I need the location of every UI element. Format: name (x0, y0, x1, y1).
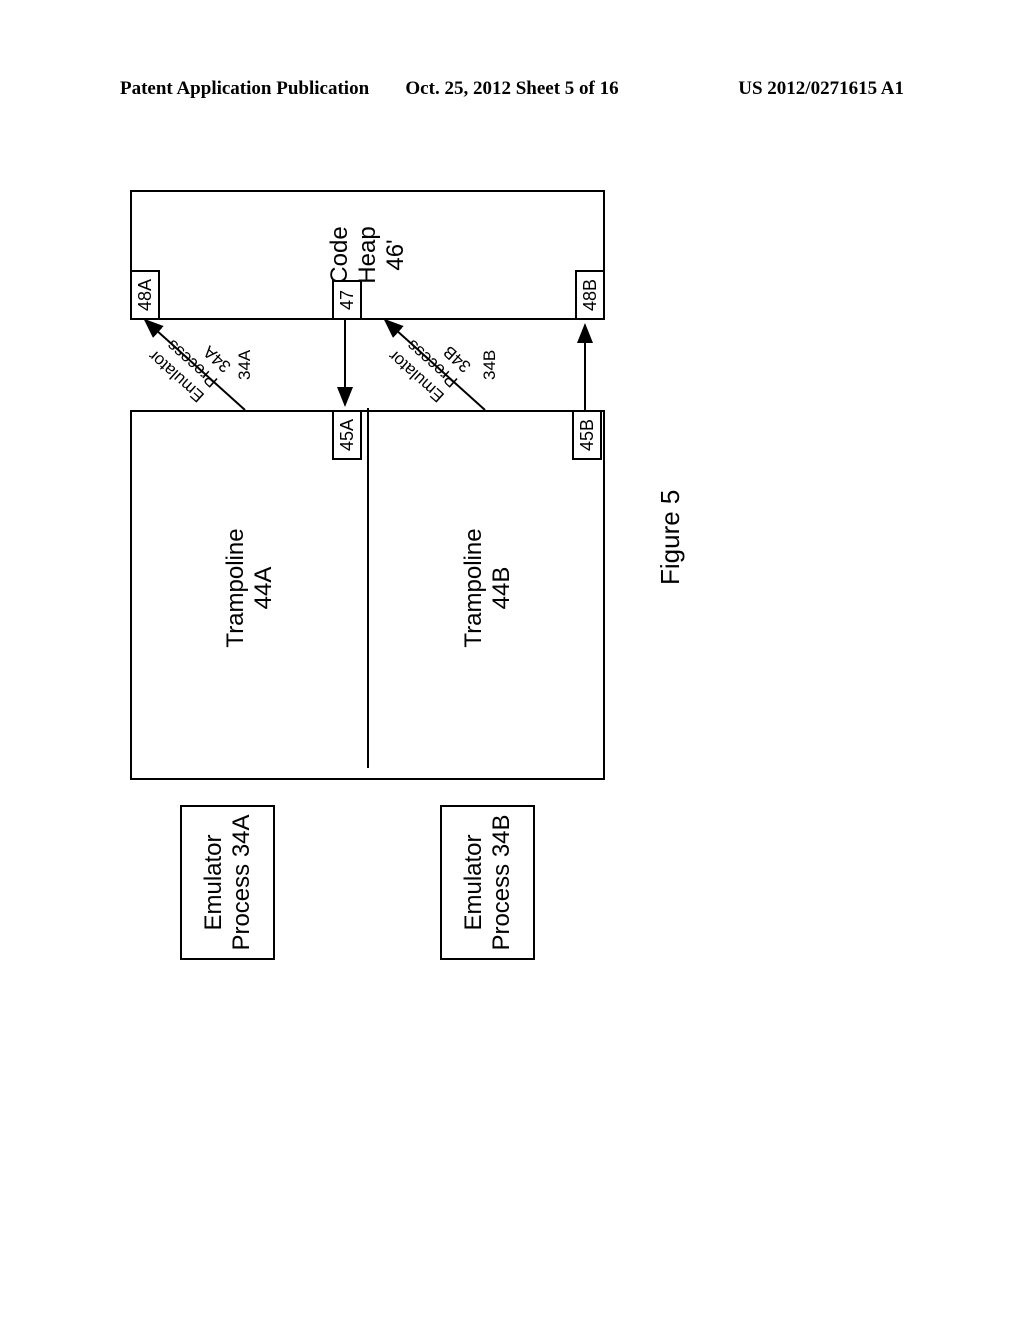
emulator-a-line2: Process 34A (228, 814, 256, 950)
emulator-a-line1: Emulator (200, 814, 228, 950)
code-heap-line2: Heap (354, 226, 382, 283)
code-heap-line1: Code (326, 226, 354, 283)
port-48a: 48A (130, 270, 160, 320)
emulator-process-a-box: Emulator Process 34A (180, 805, 275, 960)
trampoline-container: Trampoline 44A Trampoline 44B 45A 45B (130, 410, 605, 780)
header-right: US 2012/0271615 A1 (738, 78, 904, 100)
emulator-process-b-box: Emulator Process 34B (440, 805, 535, 960)
emulator-b-line1: Emulator (460, 814, 488, 950)
header-left: Patent Application Publication (120, 78, 369, 100)
page-header: Patent Application Publication Oct. 25, … (0, 78, 1024, 100)
diagram: Emulator Process 34A Emulator Process 34… (30, 300, 780, 890)
trampoline-a: Trampoline 44A (132, 408, 369, 768)
port-45a: 45A (332, 410, 362, 460)
header-center: Oct. 25, 2012 Sheet 5 of 16 (405, 78, 618, 100)
port-47: 47 (332, 280, 362, 320)
emulator-b-line2: Process 34B (488, 814, 516, 950)
code-heap-box: Code Heap 46' 48A 47 48B (130, 190, 605, 320)
arrow-label-34b: 34B (480, 350, 500, 380)
trampoline-b-line2: 44B (488, 567, 516, 610)
trampoline-b: Trampoline 44B (369, 408, 606, 768)
arrow-label-34a-diag: Emulator Process 34A (145, 316, 236, 406)
figure-caption: Figure 5 (655, 490, 686, 585)
port-48b: 48B (575, 270, 605, 320)
code-heap-line3: 46' (382, 239, 410, 270)
arrow-label-34b-diag: Emulator Process 34B (385, 316, 476, 406)
arrow-label-34a: 34A (235, 350, 255, 380)
trampoline-a-line1: Trampoline (222, 528, 250, 647)
trampoline-b-line1: Trampoline (460, 528, 488, 647)
trampoline-a-line2: 44A (250, 567, 278, 610)
port-45b: 45B (572, 410, 602, 460)
